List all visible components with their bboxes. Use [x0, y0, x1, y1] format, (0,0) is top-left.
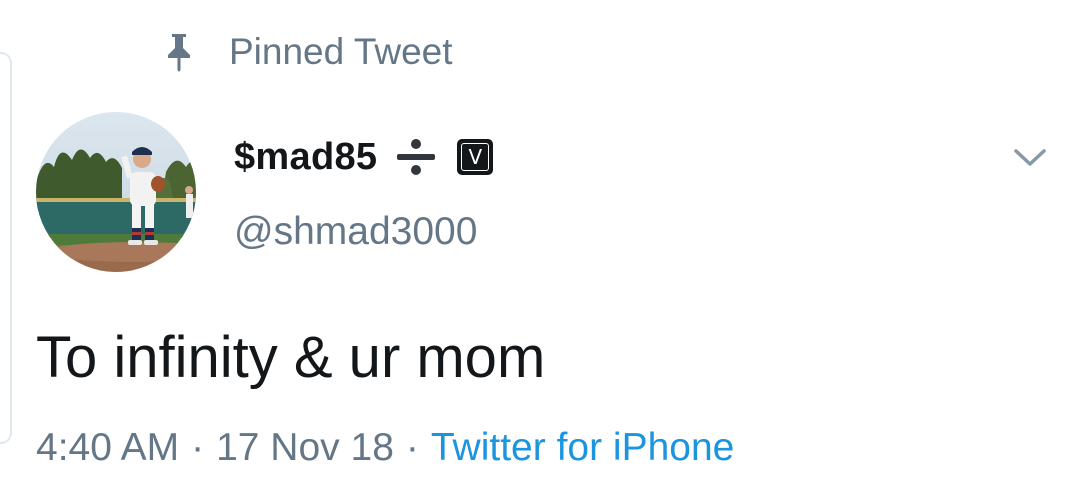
- v-badge-letter: V: [461, 143, 490, 171]
- tweet-text: To infinity & ur mom: [36, 325, 546, 390]
- separator-dot: ·: [405, 426, 419, 469]
- author-name-row[interactable]: $mad85 V: [234, 132, 494, 182]
- chevron-down-icon[interactable]: [1010, 137, 1050, 177]
- pinned-indicator: Pinned Tweet: [165, 30, 453, 74]
- author-handle[interactable]: @shmad3000: [234, 207, 477, 257]
- pinned-tweet-label: Pinned Tweet: [229, 31, 453, 72]
- avatar[interactable]: [36, 112, 196, 272]
- tweet-source-link[interactable]: Twitter for iPhone: [431, 426, 734, 469]
- v-badge-icon: V: [457, 139, 494, 175]
- separator-dot: ·: [191, 426, 205, 469]
- tweet-metadata: 4:40 AM · 17 Nov 18 · Twitter for iPhone: [36, 422, 734, 474]
- display-name[interactable]: $mad85: [234, 132, 377, 182]
- tweet-time[interactable]: 4:40 AM: [36, 426, 179, 469]
- tweet-date[interactable]: 17 Nov 18: [216, 426, 394, 469]
- tweet-card[interactable]: Pinned Tweet $mad85 V @shmad3000 To infi…: [0, 0, 1080, 483]
- divide-sign-emoji: [395, 132, 437, 182]
- pin-icon: [165, 32, 193, 72]
- thread-edge-border: [0, 52, 12, 444]
